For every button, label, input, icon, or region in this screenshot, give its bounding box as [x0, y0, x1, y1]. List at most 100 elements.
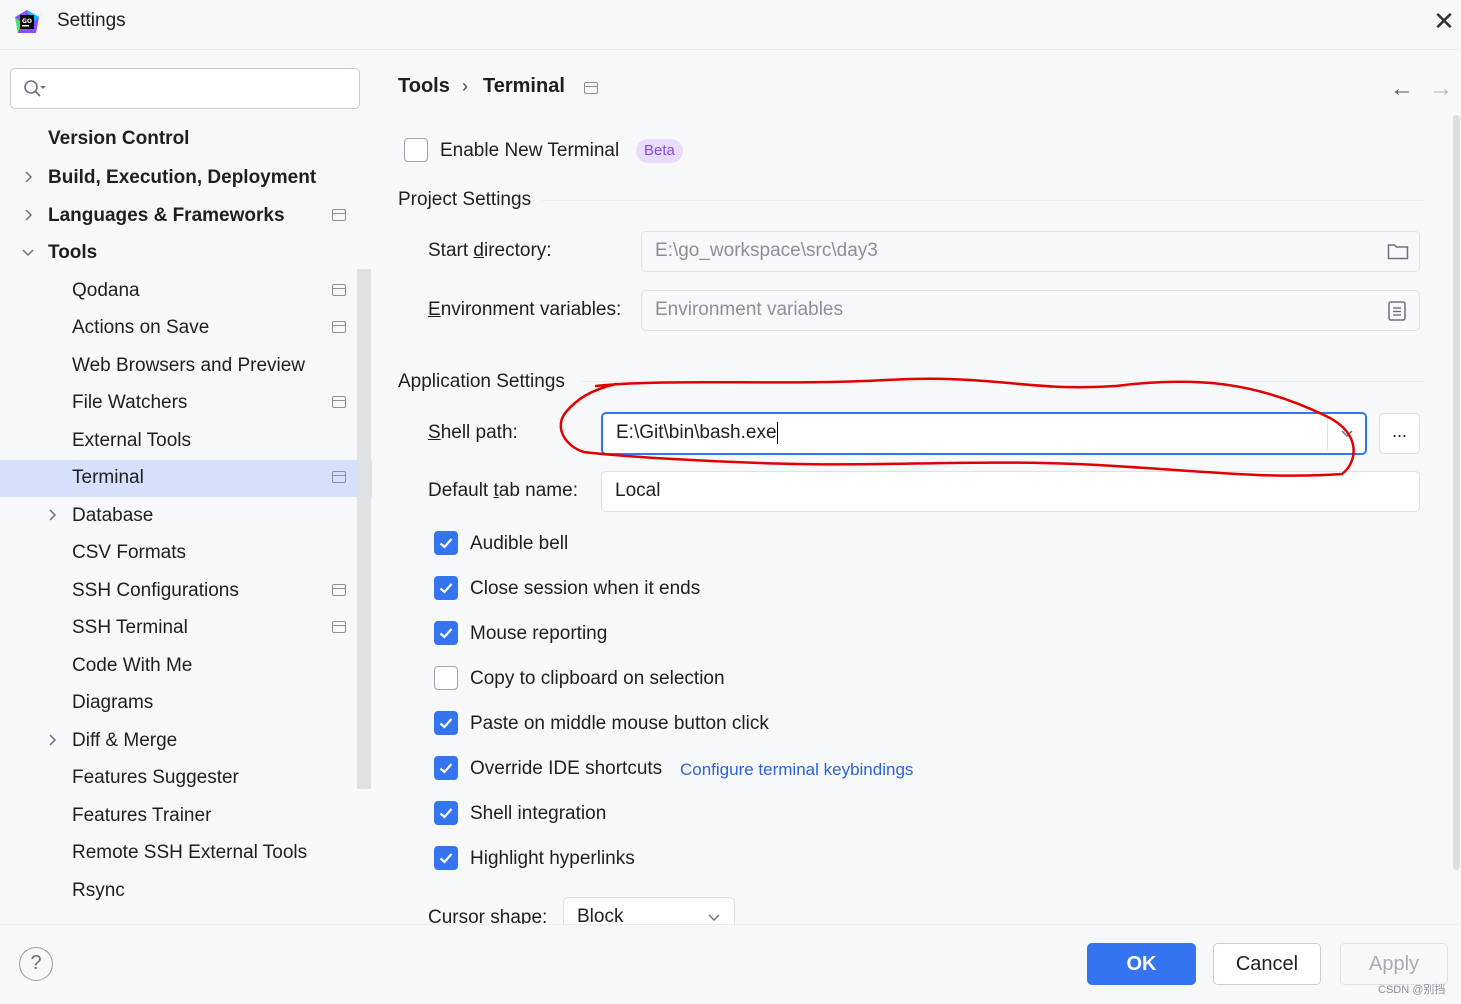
sidebar-item-remote-ssh-external-tools[interactable]: Remote SSH External Tools [0, 835, 372, 872]
sidebar-item-build-execution-deployment[interactable]: Build, Execution, Deployment [0, 160, 372, 197]
sidebar-item-rsync[interactable]: Rsync [0, 873, 372, 910]
check-icon [439, 628, 453, 639]
section-divider [582, 381, 1424, 382]
copy-to-clipboard-label: Copy to clipboard on selection [470, 668, 725, 689]
check-icon [439, 853, 453, 864]
chevron-down-icon[interactable] [1340, 426, 1354, 440]
start-directory-label: Start directory: [428, 240, 552, 261]
audible-bell-label: Audible bell [470, 533, 569, 554]
audible-bell-checkbox[interactable] [434, 531, 458, 555]
chevron-right-icon[interactable] [20, 169, 36, 185]
sidebar-item-qodana[interactable]: Qodana [0, 273, 372, 310]
check-icon [439, 583, 453, 594]
apply-button[interactable]: Apply [1340, 943, 1448, 985]
start-directory-field[interactable]: E:\go_workspace\src\day3 [641, 231, 1420, 272]
forward-arrow-icon[interactable]: → [1429, 75, 1453, 103]
project-settings-title: Project Settings [398, 189, 532, 210]
content-scrollbar[interactable] [1453, 115, 1460, 870]
goland-app-icon: GO [15, 10, 39, 33]
sidebar-item-tools[interactable]: Tools [0, 235, 372, 272]
title-bar: GO Settings ✕ [0, 0, 1461, 50]
sidebar-item-label: Code With Me [72, 655, 193, 676]
mouse-reporting-label: Mouse reporting [470, 623, 608, 644]
sidebar-item-external-tools[interactable]: External Tools [0, 423, 372, 460]
project-level-icon [332, 209, 346, 221]
sidebar-item-ssh-configurations[interactable]: SSH Configurations [0, 573, 372, 610]
check-icon [439, 763, 453, 774]
sidebar-item-label: Rsync [72, 880, 125, 901]
sidebar-item-label: Qodana [72, 280, 140, 301]
chevron-right-icon[interactable] [44, 732, 60, 748]
close-icon[interactable]: ✕ [1430, 8, 1458, 36]
sidebar-item-label: Build, Execution, Deployment [48, 167, 317, 188]
check-icon [439, 538, 453, 549]
dialog-footer: ? OK Cancel Apply CSDN @别挡 [0, 924, 1461, 1004]
cursor-shape-value: Block [577, 906, 624, 924]
combo-separator [1327, 416, 1328, 450]
chevron-down-icon[interactable] [20, 244, 36, 260]
svg-text:GO: GO [22, 18, 32, 25]
chevron-right-icon[interactable] [20, 207, 36, 223]
chevron-down-icon [708, 914, 720, 922]
configure-keybindings-link[interactable]: Configure terminal keybindings [680, 760, 913, 780]
environment-variables-label: Environment variables: [428, 299, 622, 320]
enable-new-terminal-label: Enable New Terminal [440, 140, 620, 161]
sidebar-scrollbar[interactable] [357, 269, 371, 789]
default-tab-name-value: Local [615, 480, 661, 501]
environment-variables-field[interactable]: Environment variables [641, 290, 1420, 331]
help-button[interactable]: ? [19, 947, 53, 981]
sidebar-item-features-suggester[interactable]: Features Suggester [0, 760, 372, 797]
sidebar-item-label: Web Browsers and Preview [72, 355, 306, 376]
project-level-icon [332, 321, 346, 333]
breadcrumb-parent[interactable]: Tools [398, 75, 450, 98]
sidebar-item-file-watchers[interactable]: File Watchers [0, 385, 372, 422]
highlight-hyperlinks-checkbox[interactable] [434, 846, 458, 870]
sidebar-item-label: SSH Configurations [72, 580, 239, 601]
environment-variables-placeholder: Environment variables [655, 299, 843, 320]
enable-new-terminal-checkbox[interactable] [404, 138, 428, 162]
back-arrow-icon[interactable]: ← [1390, 75, 1414, 103]
close-session-label: Close session when it ends [470, 578, 701, 599]
ok-button[interactable]: OK [1087, 943, 1196, 985]
start-directory-value: E:\go_workspace\src\day3 [655, 240, 878, 261]
mouse-reporting-checkbox[interactable] [434, 621, 458, 645]
check-icon [439, 808, 453, 819]
project-level-icon [332, 396, 346, 408]
sidebar-item-label: File Watchers [72, 392, 188, 413]
sidebar-item-label: CSV Formats [72, 542, 187, 563]
project-level-icon [332, 284, 346, 296]
override-ide-shortcuts-checkbox[interactable] [434, 756, 458, 780]
cancel-button[interactable]: Cancel [1213, 943, 1321, 985]
sidebar-item-actions-on-save[interactable]: Actions on Save [0, 310, 372, 347]
copy-to-clipboard-checkbox[interactable] [434, 666, 458, 690]
sidebar-item-version-control[interactable]: Version Control [0, 121, 372, 158]
shell-path-combobox[interactable]: E:\Git\bin\bash.exe [601, 412, 1367, 455]
folder-icon[interactable] [1387, 242, 1409, 260]
sidebar-item-web-browsers[interactable]: Web Browsers and Preview [0, 348, 372, 385]
chevron-right-icon[interactable] [44, 507, 60, 523]
paste-middle-click-checkbox[interactable] [434, 711, 458, 735]
default-tab-name-field[interactable]: Local [601, 471, 1420, 512]
sidebar-item-ssh-terminal[interactable]: SSH Terminal [0, 610, 372, 647]
project-level-icon [332, 584, 346, 596]
sidebar-item-terminal[interactable]: Terminal [0, 460, 372, 497]
sidebar-item-label: Languages & Frameworks [48, 205, 285, 226]
cursor-shape-dropdown[interactable]: Block [563, 897, 735, 924]
default-tab-name-label: Default tab name: [428, 480, 578, 501]
browse-shell-button[interactable]: ... [1379, 413, 1420, 454]
edit-list-icon[interactable] [1388, 301, 1406, 321]
close-session-checkbox[interactable] [434, 576, 458, 600]
sidebar-item-csv-formats[interactable]: CSV Formats [0, 535, 372, 572]
text-cursor [776, 421, 778, 444]
sidebar-item-diagrams[interactable]: Diagrams [0, 685, 372, 722]
shell-integration-checkbox[interactable] [434, 801, 458, 825]
sidebar-item-label: External Tools [72, 430, 191, 451]
sidebar-item-code-with-me[interactable]: Code With Me [0, 648, 372, 685]
sidebar-item-features-trainer[interactable]: Features Trainer [0, 798, 372, 835]
sidebar-item-languages-frameworks[interactable]: Languages & Frameworks [0, 198, 372, 235]
sidebar-item-database[interactable]: Database [0, 498, 372, 535]
watermark: CSDN @别挡 [1378, 984, 1446, 996]
sidebar-item-diff-merge[interactable]: Diff & Merge [0, 723, 372, 760]
window-title: Settings [57, 10, 126, 31]
search-input[interactable] [10, 68, 360, 109]
